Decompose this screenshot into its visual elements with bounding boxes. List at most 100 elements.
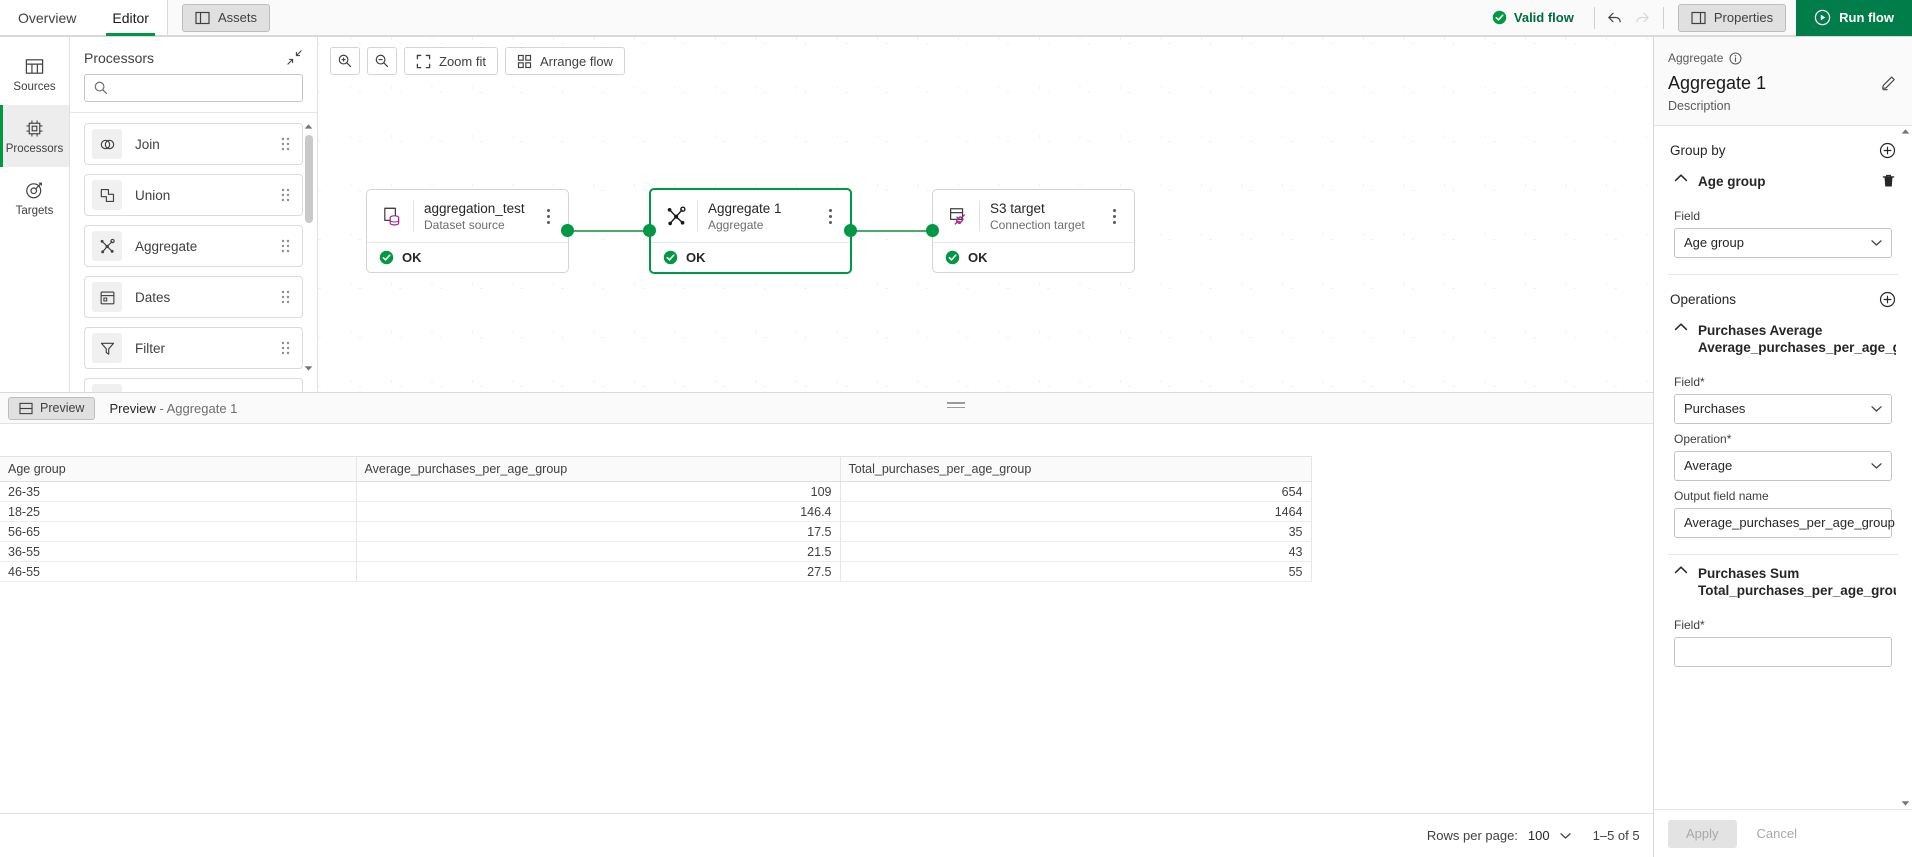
column-header-average[interactable]: Average_purchases_per_age_group [356,456,841,482]
rail-item-sources[interactable]: Sources [0,43,69,105]
node-status-label: OK [686,250,706,265]
processor-item-dates[interactable]: Dates [84,276,303,318]
node-output-port[interactable] [844,224,857,237]
check-circle-icon [663,250,678,265]
column-header-total[interactable]: Total_purchases_per_age_group [840,456,1312,482]
preview-tab-button[interactable]: Preview [8,396,96,420]
join-icon [92,129,122,159]
node-menu-icon[interactable] [540,208,556,224]
table-row[interactable]: 56-65 17.5 35 [0,521,1312,542]
scroll-up-icon[interactable] [303,121,314,132]
processor-item-union[interactable]: Union [84,174,303,216]
assets-button[interactable]: Assets [181,3,270,32]
search-input[interactable] [84,74,303,102]
add-circle-icon[interactable] [1879,142,1896,159]
flow-node-aggregation-test[interactable]: aggregation_test Dataset source OK [366,189,569,273]
operation-field-select[interactable] [1674,636,1892,667]
table-row[interactable]: 18-25 146.4 1464 [0,501,1312,522]
tab-editor[interactable]: Editor [94,0,167,36]
scroll-up-icon[interactable] [1901,128,1910,135]
chevron-down-icon [1871,405,1882,413]
chevron-up-icon[interactable] [1674,173,1688,183]
node-title: aggregation_test [424,200,525,216]
info-icon[interactable] [1729,52,1742,65]
node-input-port[interactable] [926,224,939,237]
undo-button[interactable] [1599,3,1629,33]
operation-item-header[interactable]: Purchases Sum Total_purchases_per_age_gr… [1668,555,1898,610]
check-circle-icon [1492,10,1507,25]
properties-button[interactable]: Properties [1677,3,1787,32]
table-row[interactable]: 46-55 27.5 55 [0,561,1312,582]
drag-handle-icon[interactable] [281,239,290,253]
scroll-down-icon[interactable] [303,363,314,374]
rows-per-page-select[interactable]: 100 [1528,828,1571,843]
node-menu-icon[interactable] [822,208,838,224]
processor-item-join[interactable]: Join [84,123,303,165]
operation-operation-label: Operation* [1674,431,1732,446]
processor-item-filter[interactable]: Filter [84,327,303,369]
node-output-port[interactable] [561,224,574,237]
filter-icon [92,333,122,363]
collapse-icon[interactable] [286,49,303,66]
trash-icon[interactable] [1881,173,1896,189]
rail-item-processors[interactable]: Processors [0,105,69,167]
zoom-fit-button[interactable]: Zoom fit [404,47,498,75]
group-by-item-header[interactable]: Age group [1668,169,1898,201]
apply-label: Apply [1686,826,1719,841]
processors-scrollbar[interactable] [303,121,315,371]
operation-operation-select[interactable]: Average [1674,450,1892,481]
node-subtitle: Connection target [990,217,1085,232]
add-circle-icon[interactable] [1879,291,1896,308]
group-by-field-label: Field [1674,208,1701,223]
processor-item-aggregate[interactable]: Aggregate [84,225,303,267]
scrollbar-thumb[interactable] [305,135,313,223]
operation-field-select[interactable]: Purchases [1674,393,1892,424]
play-circle-icon [1814,9,1831,26]
table-row[interactable]: 36-55 21.5 43 [0,541,1312,562]
tab-overview[interactable]: Overview [0,0,95,36]
node-subtitle: Aggregate [708,217,764,232]
scroll-down-icon[interactable] [1901,800,1910,807]
flow-node-s3-target[interactable]: S3 target Connection target OK [932,189,1135,273]
drag-handle-icon[interactable] [281,290,290,304]
apply-button[interactable]: Apply [1668,819,1737,848]
table-row[interactable]: 26-35 109 654 [0,481,1312,502]
zoom-in-button[interactable] [330,47,360,75]
arrange-flow-button[interactable]: Arrange flow [504,47,625,75]
cancel-button[interactable]: Cancel [1743,820,1811,848]
cell-age-group: 56-65 [0,521,357,542]
top-bar-right: Valid flow Properties Run flow [1475,0,1912,36]
operation-output-input[interactable]: Average_purchases_per_age_group [1674,507,1895,538]
preview-tab-label: Preview [40,401,85,415]
top-bar-spacer [269,0,1476,36]
panel-resize-handle[interactable] [947,402,965,411]
chevron-down-icon [1559,832,1571,840]
drag-handle-icon[interactable] [281,188,290,202]
group-by-field-select[interactable]: Age group [1674,227,1892,258]
drag-handle-icon[interactable] [281,341,290,355]
operation-item-title: Purchases Average Average_purchases_per_… [1698,322,1896,357]
properties-kicker: Aggregate [1668,51,1898,65]
node-input-port[interactable] [643,224,656,237]
node-status: OK [933,242,1134,272]
properties-header: Aggregate Aggregate 1 Description [1654,37,1912,126]
chevron-up-icon[interactable] [1674,322,1688,332]
operation-item-header[interactable]: Purchases Average Average_purchases_per_… [1668,318,1898,367]
drag-handle-icon[interactable] [281,137,290,151]
assets-button-label: Assets [217,10,257,25]
processor-item-partial[interactable] [84,378,303,392]
processor-item-dates-label: Dates [135,289,171,305]
rail-item-targets[interactable]: Targets [0,167,69,229]
properties-scrollbar[interactable] [1900,126,1911,809]
flow-node-aggregate-1[interactable]: Aggregate 1 Aggregate OK [649,188,852,274]
node-menu-icon[interactable] [1106,208,1122,224]
column-header-age-group[interactable]: Age group [0,456,357,482]
pencil-icon[interactable] [1880,73,1898,91]
run-flow-button[interactable]: Run flow [1796,0,1912,36]
preview-caption: Preview - Aggregate 1 [109,401,237,416]
zoom-out-button[interactable] [367,47,397,75]
rows-per-page-value: 100 [1527,828,1550,843]
redo-button[interactable] [1629,3,1659,33]
chevron-up-icon[interactable] [1674,565,1688,575]
zoom-in-icon [337,53,353,69]
